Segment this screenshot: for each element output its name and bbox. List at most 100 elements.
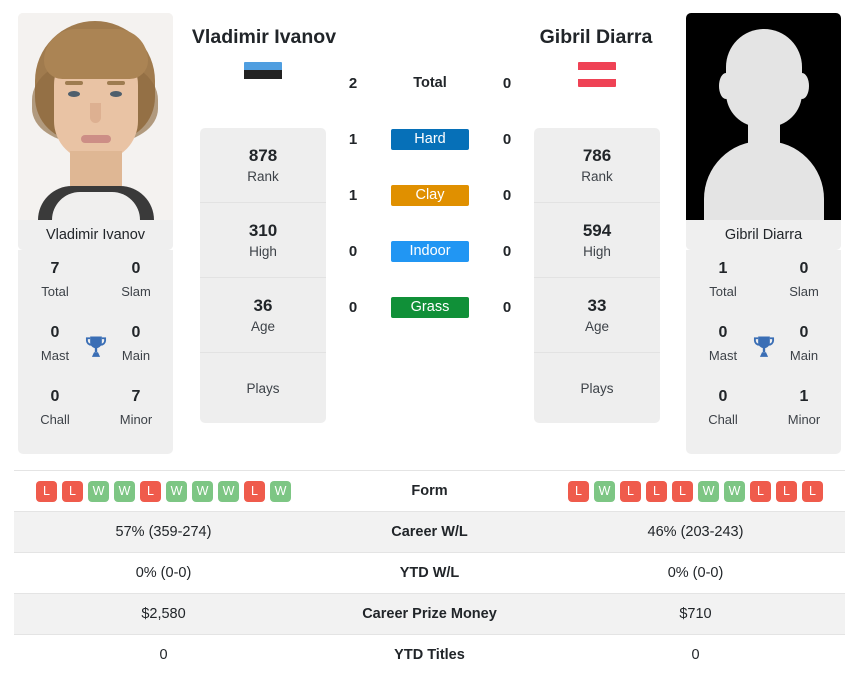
right-total-titles: 1 Total bbox=[696, 254, 750, 318]
right-main-titles: 0 Main bbox=[777, 318, 831, 382]
player-comparison-page: Vladimir Ivanov 7 Total 0 Slam 0 Mast 0 … bbox=[0, 0, 859, 681]
surface-comparison-column: 2 Total 0 1 Hard 0 1 Clay 0 0 Indoor 0 0 bbox=[340, 55, 520, 335]
right-high-value: 594 bbox=[582, 220, 612, 240]
row-label-ytd-wl: YTD W/L bbox=[399, 565, 460, 581]
surface-badge-hard[interactable]: Hard bbox=[391, 128, 469, 150]
right-hard-wins: 0 bbox=[502, 130, 512, 148]
form-badge-win: W bbox=[218, 480, 239, 502]
form-badge-loss: L bbox=[36, 480, 57, 502]
form-badge-loss: L bbox=[620, 480, 641, 502]
left-total-wins: 2 bbox=[348, 74, 358, 92]
right-career-wl: 46% (203-243) bbox=[647, 524, 744, 540]
right-challenger-titles-value: 0 bbox=[718, 388, 728, 405]
form-badge-loss: L bbox=[802, 480, 823, 502]
surface-row-total: 2 Total 0 bbox=[340, 55, 520, 111]
form-badge-loss: L bbox=[672, 480, 693, 502]
row-label-form: Form bbox=[411, 483, 448, 499]
surface-row-hard: 1 Hard 0 bbox=[340, 111, 520, 167]
left-age-value: 36 bbox=[253, 295, 273, 315]
form-badge-win: W bbox=[698, 480, 719, 502]
left-stats-column: 878 Rank 310 High 36 Age Plays bbox=[200, 128, 326, 423]
table-row-ytd-wl: 0% (0-0) YTD W/L 0% (0-0) bbox=[14, 552, 845, 594]
left-masters-titles-value: 0 bbox=[50, 324, 60, 341]
right-player-photo-caption: Gibril Diarra bbox=[686, 220, 841, 250]
right-player-photo bbox=[686, 13, 841, 220]
right-titles-row-2: 0 Mast 0 Main bbox=[686, 318, 841, 382]
left-total-titles-label: Total bbox=[41, 284, 69, 299]
right-total-titles-label: Total bbox=[709, 284, 737, 299]
left-minor-titles-value: 7 bbox=[131, 388, 141, 405]
silhouette-placeholder-icon bbox=[686, 13, 841, 220]
table-row-prize-money: $2,580 Career Prize Money $710 bbox=[14, 593, 845, 635]
right-age-value: 33 bbox=[587, 295, 607, 315]
table-row-form: LLWWLWWWLW Form LWLLLWWLLL bbox=[14, 470, 845, 512]
right-high-stat: 594 High bbox=[534, 203, 660, 278]
right-slam-titles-label: Slam bbox=[789, 284, 819, 299]
right-slam-titles: 0 Slam bbox=[777, 254, 831, 318]
portrait-illustration bbox=[18, 13, 173, 220]
right-high-label: High bbox=[583, 243, 611, 259]
right-challenger-titles-label: Chall bbox=[708, 412, 738, 427]
left-form-cell: LLWWLWWWLW bbox=[14, 471, 313, 512]
surface-badge-grass[interactable]: Grass bbox=[391, 296, 469, 318]
surface-row-clay: 1 Clay 0 bbox=[340, 167, 520, 223]
right-player-name[interactable]: Gibril Diarra bbox=[506, 26, 686, 49]
left-player-photo bbox=[18, 13, 173, 220]
left-player-photo-card[interactable]: Vladimir Ivanov bbox=[18, 13, 173, 250]
left-titles-row-3: 0 Chall 7 Minor bbox=[18, 382, 173, 446]
left-main-titles-label: Main bbox=[121, 348, 151, 363]
right-slam-titles-value: 0 bbox=[799, 260, 809, 277]
right-challenger-titles: 0 Chall bbox=[696, 382, 750, 446]
left-challenger-titles: 0 Chall bbox=[28, 382, 82, 446]
surface-row-grass: 0 Grass 0 bbox=[340, 279, 520, 335]
right-plays-stat: Plays bbox=[534, 353, 660, 423]
row-label-ytd-titles: YTD Titles bbox=[394, 647, 465, 664]
austria-flag bbox=[578, 62, 616, 87]
left-slam-titles-label: Slam bbox=[121, 284, 151, 299]
left-minor-titles-label: Minor bbox=[119, 412, 153, 427]
top-comparison-area: Vladimir Ivanov 7 Total 0 Slam 0 Mast 0 … bbox=[0, 0, 859, 460]
left-total-titles: 7 Total bbox=[28, 254, 82, 318]
surface-badge-indoor[interactable]: Indoor bbox=[391, 240, 469, 262]
left-player-name[interactable]: Vladimir Ivanov bbox=[174, 26, 354, 49]
right-form-strip: LWLLLWWLLL bbox=[546, 480, 845, 502]
right-player-photo-card[interactable]: Gibril Diarra bbox=[686, 13, 841, 250]
form-badge-win: W bbox=[724, 480, 745, 502]
right-grass-wins: 0 bbox=[502, 298, 512, 316]
form-badge-loss: L bbox=[646, 480, 667, 502]
right-ytd-titles: 0 bbox=[691, 647, 700, 664]
left-indoor-wins: 0 bbox=[348, 242, 358, 260]
right-titles-row-3: 0 Chall 1 Minor bbox=[686, 382, 841, 446]
right-main-titles-value: 0 bbox=[799, 324, 809, 341]
left-titles-row-2: 0 Mast 0 Main bbox=[18, 318, 173, 382]
right-minor-titles-value: 1 bbox=[799, 388, 809, 405]
right-ytd-wl: 0% (0-0) bbox=[667, 565, 724, 581]
form-badge-loss: L bbox=[568, 480, 589, 502]
table-row-ytd-titles: 0 YTD Titles 0 bbox=[14, 634, 845, 676]
form-badge-loss: L bbox=[750, 480, 771, 502]
left-main-titles-value: 0 bbox=[131, 324, 141, 341]
left-plays-stat: Plays bbox=[200, 353, 326, 423]
trophy-icon bbox=[85, 336, 106, 357]
right-rank-stat: 786 Rank bbox=[534, 128, 660, 203]
form-badge-win: W bbox=[270, 480, 291, 502]
right-titles-panel: 1 Total 0 Slam 0 Mast 0 Main 0 Chall 1 M… bbox=[686, 250, 841, 454]
surface-row-indoor: 0 Indoor 0 bbox=[340, 223, 520, 279]
form-badge-loss: L bbox=[776, 480, 797, 502]
surface-label-total: Total bbox=[413, 74, 447, 91]
trophy-icon bbox=[753, 336, 774, 357]
left-career-wl: 57% (359-274) bbox=[115, 524, 212, 540]
right-masters-titles-value: 0 bbox=[718, 324, 728, 341]
left-challenger-titles-value: 0 bbox=[50, 388, 60, 405]
surface-badge-clay[interactable]: Clay bbox=[391, 184, 469, 206]
left-rank-label: Rank bbox=[247, 168, 279, 184]
left-prize-money: $2,580 bbox=[141, 606, 186, 622]
form-badge-win: W bbox=[166, 480, 187, 502]
left-form-strip: LLWWLWWWLW bbox=[14, 480, 313, 502]
left-age-label: Age bbox=[250, 318, 276, 334]
left-age-stat: 36 Age bbox=[200, 278, 326, 353]
right-titles-row-1: 1 Total 0 Slam bbox=[686, 254, 841, 318]
right-form-cell: LWLLLWWLLL bbox=[546, 471, 845, 512]
right-rank-value: 786 bbox=[582, 145, 612, 165]
form-badge-loss: L bbox=[244, 480, 265, 502]
